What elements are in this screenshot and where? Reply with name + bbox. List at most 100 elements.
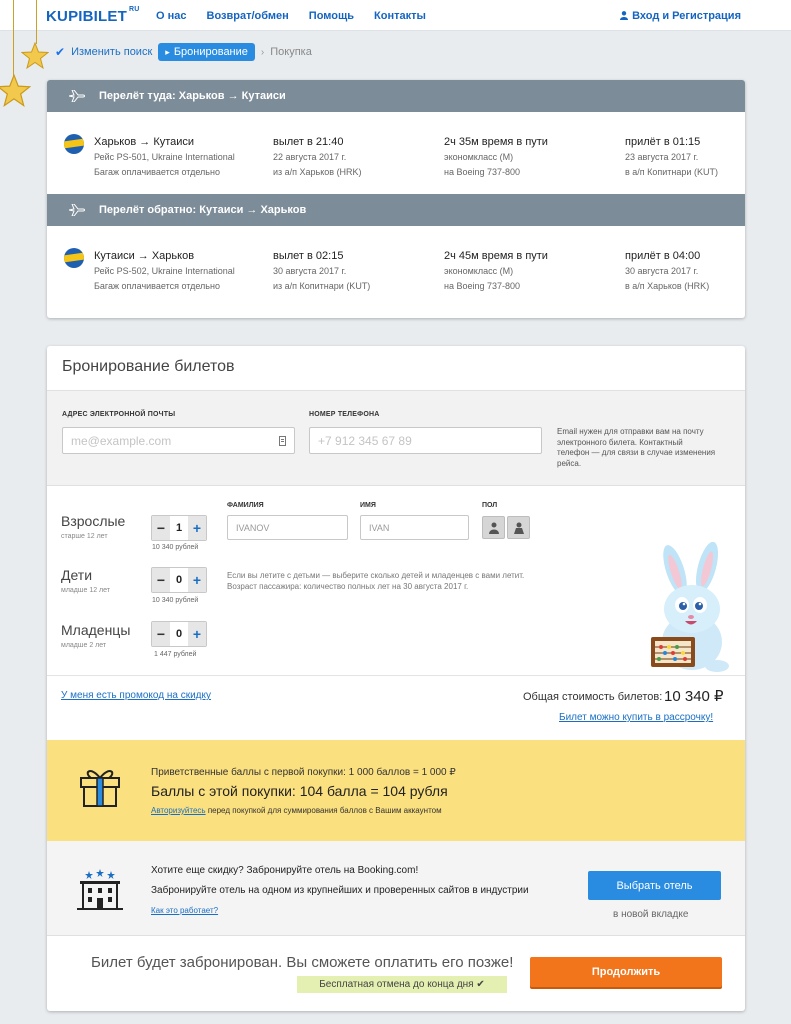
flight-route: Харьков → Кутаиси [94, 136, 195, 148]
departure-time: вылет в 21:40 [273, 136, 344, 148]
new-tab-hint: в новой вкладке [613, 909, 689, 920]
how-it-works-link[interactable]: Как это работает? [151, 906, 218, 915]
contact-section: АДРЕС ЭЛЕКТРОННОЙ ПОЧТЫ me@example.com Н… [47, 390, 745, 486]
authorize-link[interactable]: Авторизуйтесь [151, 806, 206, 815]
gender-column-header: ПОЛ [482, 502, 498, 509]
children-age-hint: младше 12 лет [61, 587, 111, 594]
checkmark-icon: ✔ [55, 45, 66, 59]
continue-button[interactable]: Продолжить [530, 957, 722, 987]
departure-time: вылет в 02:15 [273, 250, 344, 262]
site-logo[interactable]: KUPIBILET RU [46, 6, 139, 25]
nav-about[interactable]: О нас [156, 10, 187, 22]
outbound-flight-row: Харьков → Кутаиси Рейс PS-501, Ukraine I… [47, 112, 745, 194]
arrival-airport: в а/п Копитнари (KUT) [625, 167, 718, 177]
female-icon [513, 522, 524, 534]
infants-label: Младенцы [61, 622, 131, 638]
children-label: Дети [61, 567, 93, 583]
free-cancellation-badge: Бесплатная отмена до конца дня ✔ [297, 976, 507, 993]
children-increment-button[interactable]: + [188, 568, 206, 592]
hotel-offer-title: Хотите еще скидку? Забронируйте отель на… [151, 865, 419, 876]
children-stepper: − 0 + [151, 567, 207, 593]
purchase-points-text: Баллы с этой покупки: 104 балла = 104 ру… [151, 783, 448, 799]
firstname-field[interactable]: IVAN [360, 515, 469, 540]
arrival-date: 30 августа 2017 г. [625, 266, 699, 276]
booking-form-card: Бронирование билетов АДРЕС ЭЛЕКТРОННОЙ П… [47, 346, 745, 1011]
lastname-field[interactable]: IVANOV [227, 515, 348, 540]
promo-code-link[interactable]: У меня есть промокод на скидку [61, 690, 211, 701]
lastname-column-header: ФАМИЛИЯ [227, 502, 264, 509]
flight-duration: 2ч 45м время в пути [444, 250, 548, 262]
login-register-link[interactable]: Вход и Регистрация [620, 10, 741, 22]
flight-number: Рейс PS-501, Ukraine International [94, 152, 235, 162]
male-icon [488, 522, 499, 534]
fare-class: экономкласс (M) [444, 266, 514, 276]
adults-label: Взрослые [61, 513, 126, 529]
departure-airport: из а/п Харьков (HRK) [273, 167, 362, 177]
ornament-string [13, 0, 14, 78]
gift-icon [80, 770, 120, 807]
infants-decrement-button[interactable]: − [152, 622, 170, 646]
infants-increment-button[interactable]: + [188, 622, 206, 646]
airline-logo-icon [64, 134, 84, 154]
infants-price: 1 447 рублей [154, 651, 197, 658]
total-price-value: 10 340 ₽ [664, 688, 724, 705]
gender-female-button[interactable] [507, 516, 530, 539]
flight-details-card: Перелёт туда: Харьков → Кутаиси Харьков … [47, 80, 745, 318]
login-hint: Авторизуйтесь перед покупкой для суммиро… [151, 806, 442, 815]
hotel-offer-text: Забронируйте отель на одном из крупнейши… [151, 885, 529, 896]
infants-stepper: − 0 + [151, 621, 207, 647]
infants-age-hint: младше 2 лет [61, 642, 107, 649]
flight-route: Кутаиси → Харьков [94, 250, 195, 262]
outbound-flight-header: Перелёт туда: Харьков → Кутаиси [47, 80, 745, 112]
bonus-points-banner: Приветственные баллы с первой покупки: 1… [47, 740, 745, 841]
baggage-info: Багаж оплачивается отдельно [94, 167, 220, 177]
email-label: АДРЕС ЭЛЕКТРОННОЙ ПОЧТЫ [62, 411, 176, 418]
hotel-icon [77, 869, 123, 910]
change-search-link[interactable]: Изменить поиск [71, 46, 152, 58]
phone-field[interactable]: +7 912 345 67 89 [309, 427, 542, 454]
booking-title: Бронирование билетов [62, 358, 235, 375]
hotel-offer-banner: Хотите еще скидку? Забронируйте отель на… [47, 841, 745, 936]
total-price-label: Общая стоимость билетов: [523, 691, 663, 703]
adults-increment-button[interactable]: + [188, 516, 206, 540]
main-nav: О нас Возврат/обмен Помощь Контакты [156, 10, 446, 22]
plane-icon [69, 204, 85, 216]
installment-link[interactable]: Билет можно купить в рассрочку! [559, 712, 713, 723]
chevron-right-icon: › [260, 46, 265, 58]
user-icon [620, 11, 629, 20]
aircraft: на Boeing 737-800 [444, 167, 521, 177]
flight-duration: 2ч 35м время в пути [444, 136, 548, 148]
children-decrement-button[interactable]: − [152, 568, 170, 592]
airline-logo-icon [64, 248, 84, 268]
star-ornament-icon [21, 42, 49, 70]
children-count: 0 [175, 574, 183, 586]
return-flight-header: Перелёт обратно: Кутаиси → Харьков [47, 194, 745, 226]
infants-count: 0 [175, 628, 183, 640]
bunny-mascot-icon [651, 542, 729, 672]
nav-contacts[interactable]: Контакты [374, 10, 426, 22]
arrival-airport: в а/п Харьков (HRK) [625, 281, 710, 291]
gender-male-button[interactable] [482, 516, 505, 539]
departure-date: 30 августа 2017 г. [273, 266, 347, 276]
booking-message: Билет будет забронирован. Вы сможете опл… [91, 954, 514, 971]
adults-decrement-button[interactable]: − [152, 516, 170, 540]
nav-refund[interactable]: Возврат/обмен [207, 10, 289, 22]
adults-age-hint: старше 12 лет [61, 533, 108, 540]
nav-help[interactable]: Помощь [309, 10, 354, 22]
firstname-column-header: ИМЯ [360, 502, 376, 509]
welcome-points-text: Приветственные баллы с первой покупки: 1… [151, 767, 456, 778]
email-field[interactable]: me@example.com [62, 427, 295, 454]
children-hint: Если вы летите с детьми — выберите сколь… [227, 571, 525, 591]
baggage-info: Багаж оплачивается отдельно [94, 281, 220, 291]
arrival-time: прилёт в 04:00 [625, 250, 701, 262]
star-ornament-icon [0, 74, 31, 107]
breadcrumb-booking-current: Бронирование [158, 43, 255, 61]
choose-hotel-button[interactable]: Выбрать отель [588, 871, 721, 900]
arrival-date: 23 августа 2017 г. [625, 152, 699, 162]
adults-count: 1 [175, 522, 183, 534]
departure-airport: из а/п Копитнари (KUT) [273, 281, 371, 291]
return-flight-row: Кутаиси → Харьков Рейс PS-502, Ukraine I… [47, 226, 745, 308]
top-navigation-bar: KUPIBILET RU О нас Возврат/обмен Помощь К… [0, 0, 791, 31]
breadcrumb-purchase: Покупка [270, 46, 312, 58]
ornament-string [36, 0, 37, 44]
